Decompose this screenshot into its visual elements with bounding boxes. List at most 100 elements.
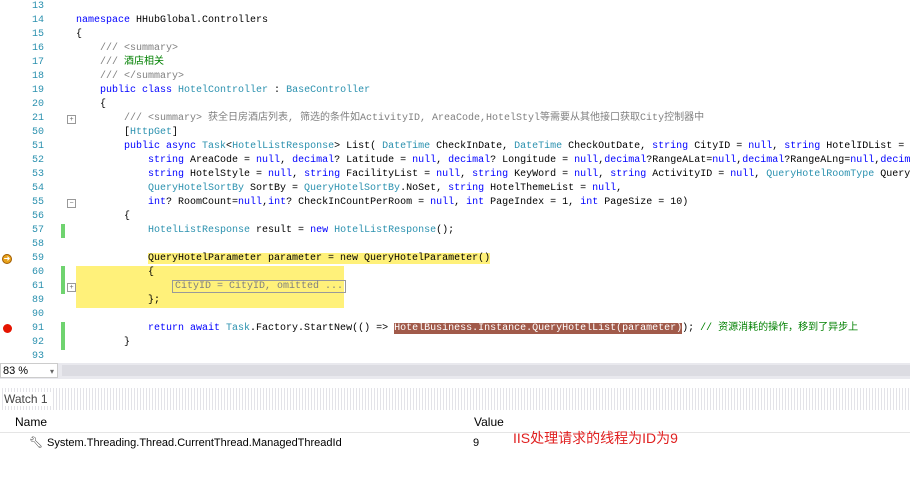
- code-text: namespace HHubGlobal.Controllers: [76, 14, 268, 28]
- code-line[interactable]: 51 public async Task<HotelListResponse> …: [0, 140, 910, 154]
- code-line[interactable]: 53 string HotelStyle = null, string Faci…: [0, 168, 910, 182]
- code-token: ,: [280, 155, 293, 166]
- code-line[interactable]: 58: [0, 238, 910, 252]
- collapse-icon[interactable]: −: [67, 199, 76, 208]
- code-line[interactable]: 54 QueryHotelSortBy SortBy = QueryHotelS…: [0, 182, 910, 196]
- code-text: string AreaCode = null, decimal? Latitud…: [76, 154, 910, 168]
- code-line[interactable]: 52 string AreaCode = null, decimal? Lati…: [0, 154, 910, 168]
- line-number: 20: [31, 99, 44, 110]
- code-line[interactable]: 90: [0, 308, 910, 322]
- code-token: HotelBusiness.Instance.QueryHotelList(pa…: [394, 323, 683, 334]
- code-line[interactable]: 91 return await Task.Factory.StartNew(()…: [0, 322, 910, 336]
- code-token: HHubGlobal.Controllers: [130, 15, 269, 26]
- line-number: 55: [31, 197, 44, 208]
- code-token: decimal: [604, 155, 647, 166]
- code-editor[interactable]: 13 14 namespace HHubGlobal.Controllers 15 {1…: [0, 0, 910, 362]
- code-token: string: [148, 169, 185, 180]
- code-token: null: [748, 141, 773, 152]
- code-text: /// <summary>: [76, 42, 178, 56]
- code-token: int: [268, 197, 287, 208]
- code-token: null: [574, 169, 599, 180]
- code-text: public async Task<HotelListResponse> Lis…: [76, 140, 910, 154]
- code-line[interactable]: 92 }: [0, 336, 910, 350]
- code-line[interactable]: 14 namespace HHubGlobal.Controllers: [0, 14, 910, 28]
- code-token: null: [574, 155, 599, 166]
- change-indicator: [61, 322, 65, 336]
- code-token: int: [580, 197, 599, 208]
- code-token: null: [436, 169, 461, 180]
- code-line[interactable]: 61 + CityID = CityID, omitted ...: [0, 280, 910, 294]
- code-line[interactable]: 93: [0, 350, 910, 362]
- current-execution-arrow-icon[interactable]: ➜: [2, 254, 12, 264]
- code-token: HttpGet: [130, 127, 173, 138]
- code-token: null: [592, 183, 617, 194]
- code-line[interactable]: 21 + /// <summary> 获全日房酒店列表, 筛选的条件如Activi…: [0, 112, 910, 126]
- code-line[interactable]: 56 {: [0, 210, 910, 224]
- collapsed-region[interactable]: CityID = CityID, omitted ...: [172, 280, 347, 293]
- code-token: :: [268, 85, 287, 96]
- code-line[interactable]: 50 [HttpGet]: [0, 126, 910, 140]
- code-line[interactable]: 15 {: [0, 28, 910, 42]
- watch-panel: Watch 1 Name Value 🔧︎ System.Threading.T…: [0, 388, 910, 502]
- code-token: AreaCode =: [184, 155, 257, 166]
- column-name-header[interactable]: Name: [15, 412, 47, 432]
- code-token: CityID =: [688, 141, 749, 152]
- code-text: public class HotelController : BaseContr…: [76, 84, 370, 98]
- code-token: public class: [100, 85, 179, 96]
- expand-icon[interactable]: +: [67, 115, 76, 124]
- expand-icon[interactable]: +: [67, 283, 76, 292]
- editor-status-bar: 83 % ▾: [0, 363, 910, 379]
- code-line[interactable]: 13: [0, 0, 910, 14]
- column-value-header[interactable]: Value: [474, 412, 504, 432]
- horizontal-scrollbar[interactable]: [62, 365, 910, 376]
- zoom-level-dropdown[interactable]: 83 % ▾: [0, 363, 58, 378]
- code-text: /// 酒店相关: [76, 56, 164, 70]
- code-line[interactable]: ➜ 59 QueryHotelParameter parameter = new …: [0, 252, 910, 266]
- code-token: ///: [100, 57, 125, 68]
- code-text: [HttpGet]: [76, 126, 178, 140]
- code-token: ?RangeALat=: [646, 155, 713, 166]
- code-token: }: [76, 337, 131, 348]
- line-number: 17: [31, 57, 44, 68]
- code-line[interactable]: 20 {: [0, 98, 910, 112]
- code-token: ?RangeALng=: [784, 155, 851, 166]
- code-token: ();: [436, 225, 455, 236]
- code-line[interactable]: 57 HotelListResponse result = new HotelL…: [0, 224, 910, 238]
- code-token: decimal: [742, 155, 785, 166]
- code-token: null: [412, 155, 437, 166]
- code-token: CheckOutDate,: [562, 141, 653, 152]
- code-text: CityID = CityID, omitted ...: [76, 280, 347, 294]
- code-token: /// <summary>: [100, 43, 179, 54]
- code-token: QueryHotelSortBy: [304, 183, 401, 194]
- code-token: // 资源消耗的操作，移到了异步上: [700, 323, 859, 334]
- code-token: string: [784, 141, 821, 152]
- code-line[interactable]: 18 /// </summary>: [0, 70, 910, 84]
- code-token: ,: [292, 169, 305, 180]
- code-line[interactable]: 89 };: [0, 294, 910, 308]
- code-token: DateTime: [514, 141, 563, 152]
- code-token: ,: [772, 141, 785, 152]
- code-line[interactable]: 55− int? RoomCount=null,int? CheckInCoun…: [0, 196, 910, 210]
- code-text: return await Task.Factory.StartNew(() =>…: [76, 322, 858, 336]
- line-number: 54: [31, 183, 44, 194]
- code-token: null: [850, 155, 875, 166]
- code-line[interactable]: 19 public class HotelController : BaseCo…: [0, 84, 910, 98]
- line-number: 51: [31, 141, 44, 152]
- code-token: ? Longitude =: [490, 155, 575, 166]
- change-indicator: [61, 280, 65, 294]
- code-line[interactable]: 16 /// <summary>: [0, 42, 910, 56]
- code-text: {: [76, 210, 130, 224]
- code-token: QueryHotelParameter parameter = new Quer…: [148, 253, 491, 264]
- watch-row[interactable]: 🔧︎ System.Threading.Thread.CurrentThread…: [0, 434, 910, 452]
- code-line[interactable]: 60 {: [0, 266, 910, 280]
- watch-column-headers: Name Value: [0, 412, 910, 433]
- code-line[interactable]: 17 /// 酒店相关: [0, 56, 910, 70]
- code-text: /// </summary>: [76, 70, 184, 84]
- change-indicator: [61, 336, 65, 350]
- breakpoint-icon[interactable]: [3, 324, 12, 333]
